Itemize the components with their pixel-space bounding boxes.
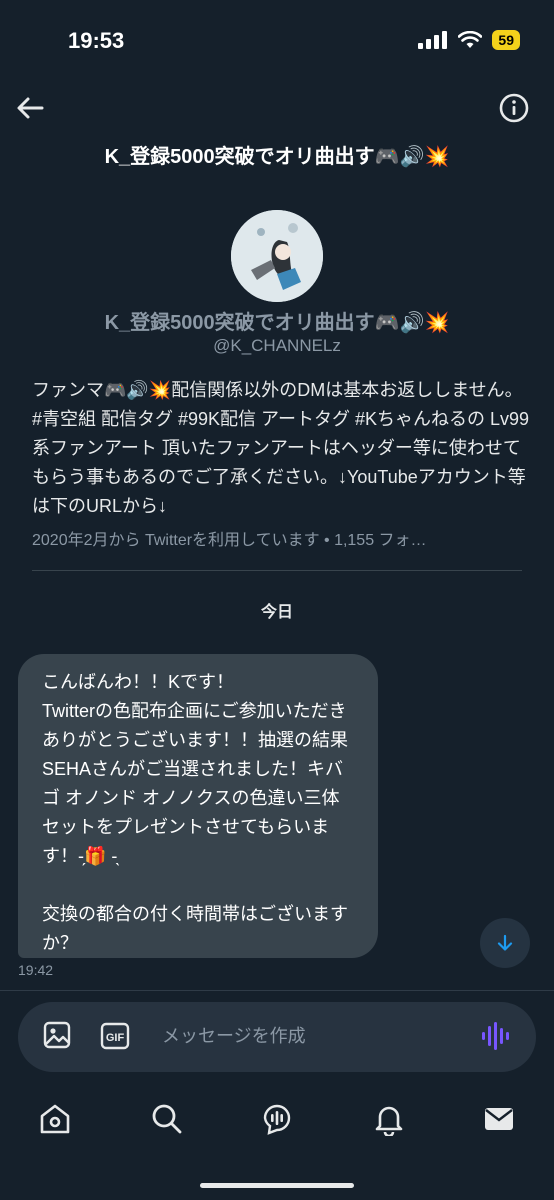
message-bubble[interactable]: こんばんわ！！Kです！ Twitterの色配布企画にご参加いただきありがとうござ…	[18, 654, 378, 958]
bottom-navigation	[0, 1090, 554, 1150]
message-text: こんばんわ！！Kです！ Twitterの色配布企画にご参加いただきありがとうござ…	[42, 672, 348, 953]
profile-handle[interactable]: @K_CHANNELz	[0, 336, 554, 356]
spaces-icon[interactable]	[260, 1102, 294, 1136]
message-input[interactable]	[150, 1016, 474, 1056]
divider	[0, 990, 554, 991]
gif-label: GIF	[106, 1032, 125, 1044]
home-indicator	[200, 1183, 354, 1188]
battery-indicator: 59	[492, 30, 520, 50]
avatar-illustration	[231, 210, 323, 302]
gif-icon[interactable]: GIF	[100, 1022, 130, 1050]
voice-message-icon[interactable]	[480, 1020, 514, 1052]
message-timestamp: 19:42	[18, 962, 54, 978]
arrow-down-icon	[497, 934, 513, 951]
messages-icon[interactable]	[482, 1102, 516, 1136]
avatar[interactable]	[231, 210, 323, 302]
image-icon[interactable]	[42, 1020, 72, 1050]
status-time: 19:53	[68, 28, 125, 53]
signal-icon	[418, 31, 448, 49]
divider	[32, 570, 522, 571]
notifications-icon[interactable]	[372, 1102, 406, 1136]
scroll-to-bottom-button[interactable]	[480, 918, 530, 968]
home-icon[interactable]	[38, 1102, 72, 1136]
back-arrow-icon[interactable]	[14, 92, 46, 124]
status-icons: 59	[418, 30, 520, 50]
date-separator: 今日	[260, 604, 293, 621]
conversation-title: K_登録5000突破でオリ曲出す🎮🔊💥	[104, 146, 450, 168]
profile-meta: 2020年2月から Twitterを利用しています • 1,155 フォ…	[32, 532, 427, 549]
profile-bio: ファンマ🎮🔊💥配信関係以外のDMは基本お返ししません。#青空組 配信タグ #99…	[32, 380, 530, 516]
search-icon[interactable]	[150, 1102, 184, 1136]
profile-name[interactable]: K_登録5000突破でオリ曲出す🎮🔊💥	[0, 306, 554, 335]
wifi-icon	[458, 31, 483, 48]
info-icon[interactable]	[498, 92, 530, 124]
